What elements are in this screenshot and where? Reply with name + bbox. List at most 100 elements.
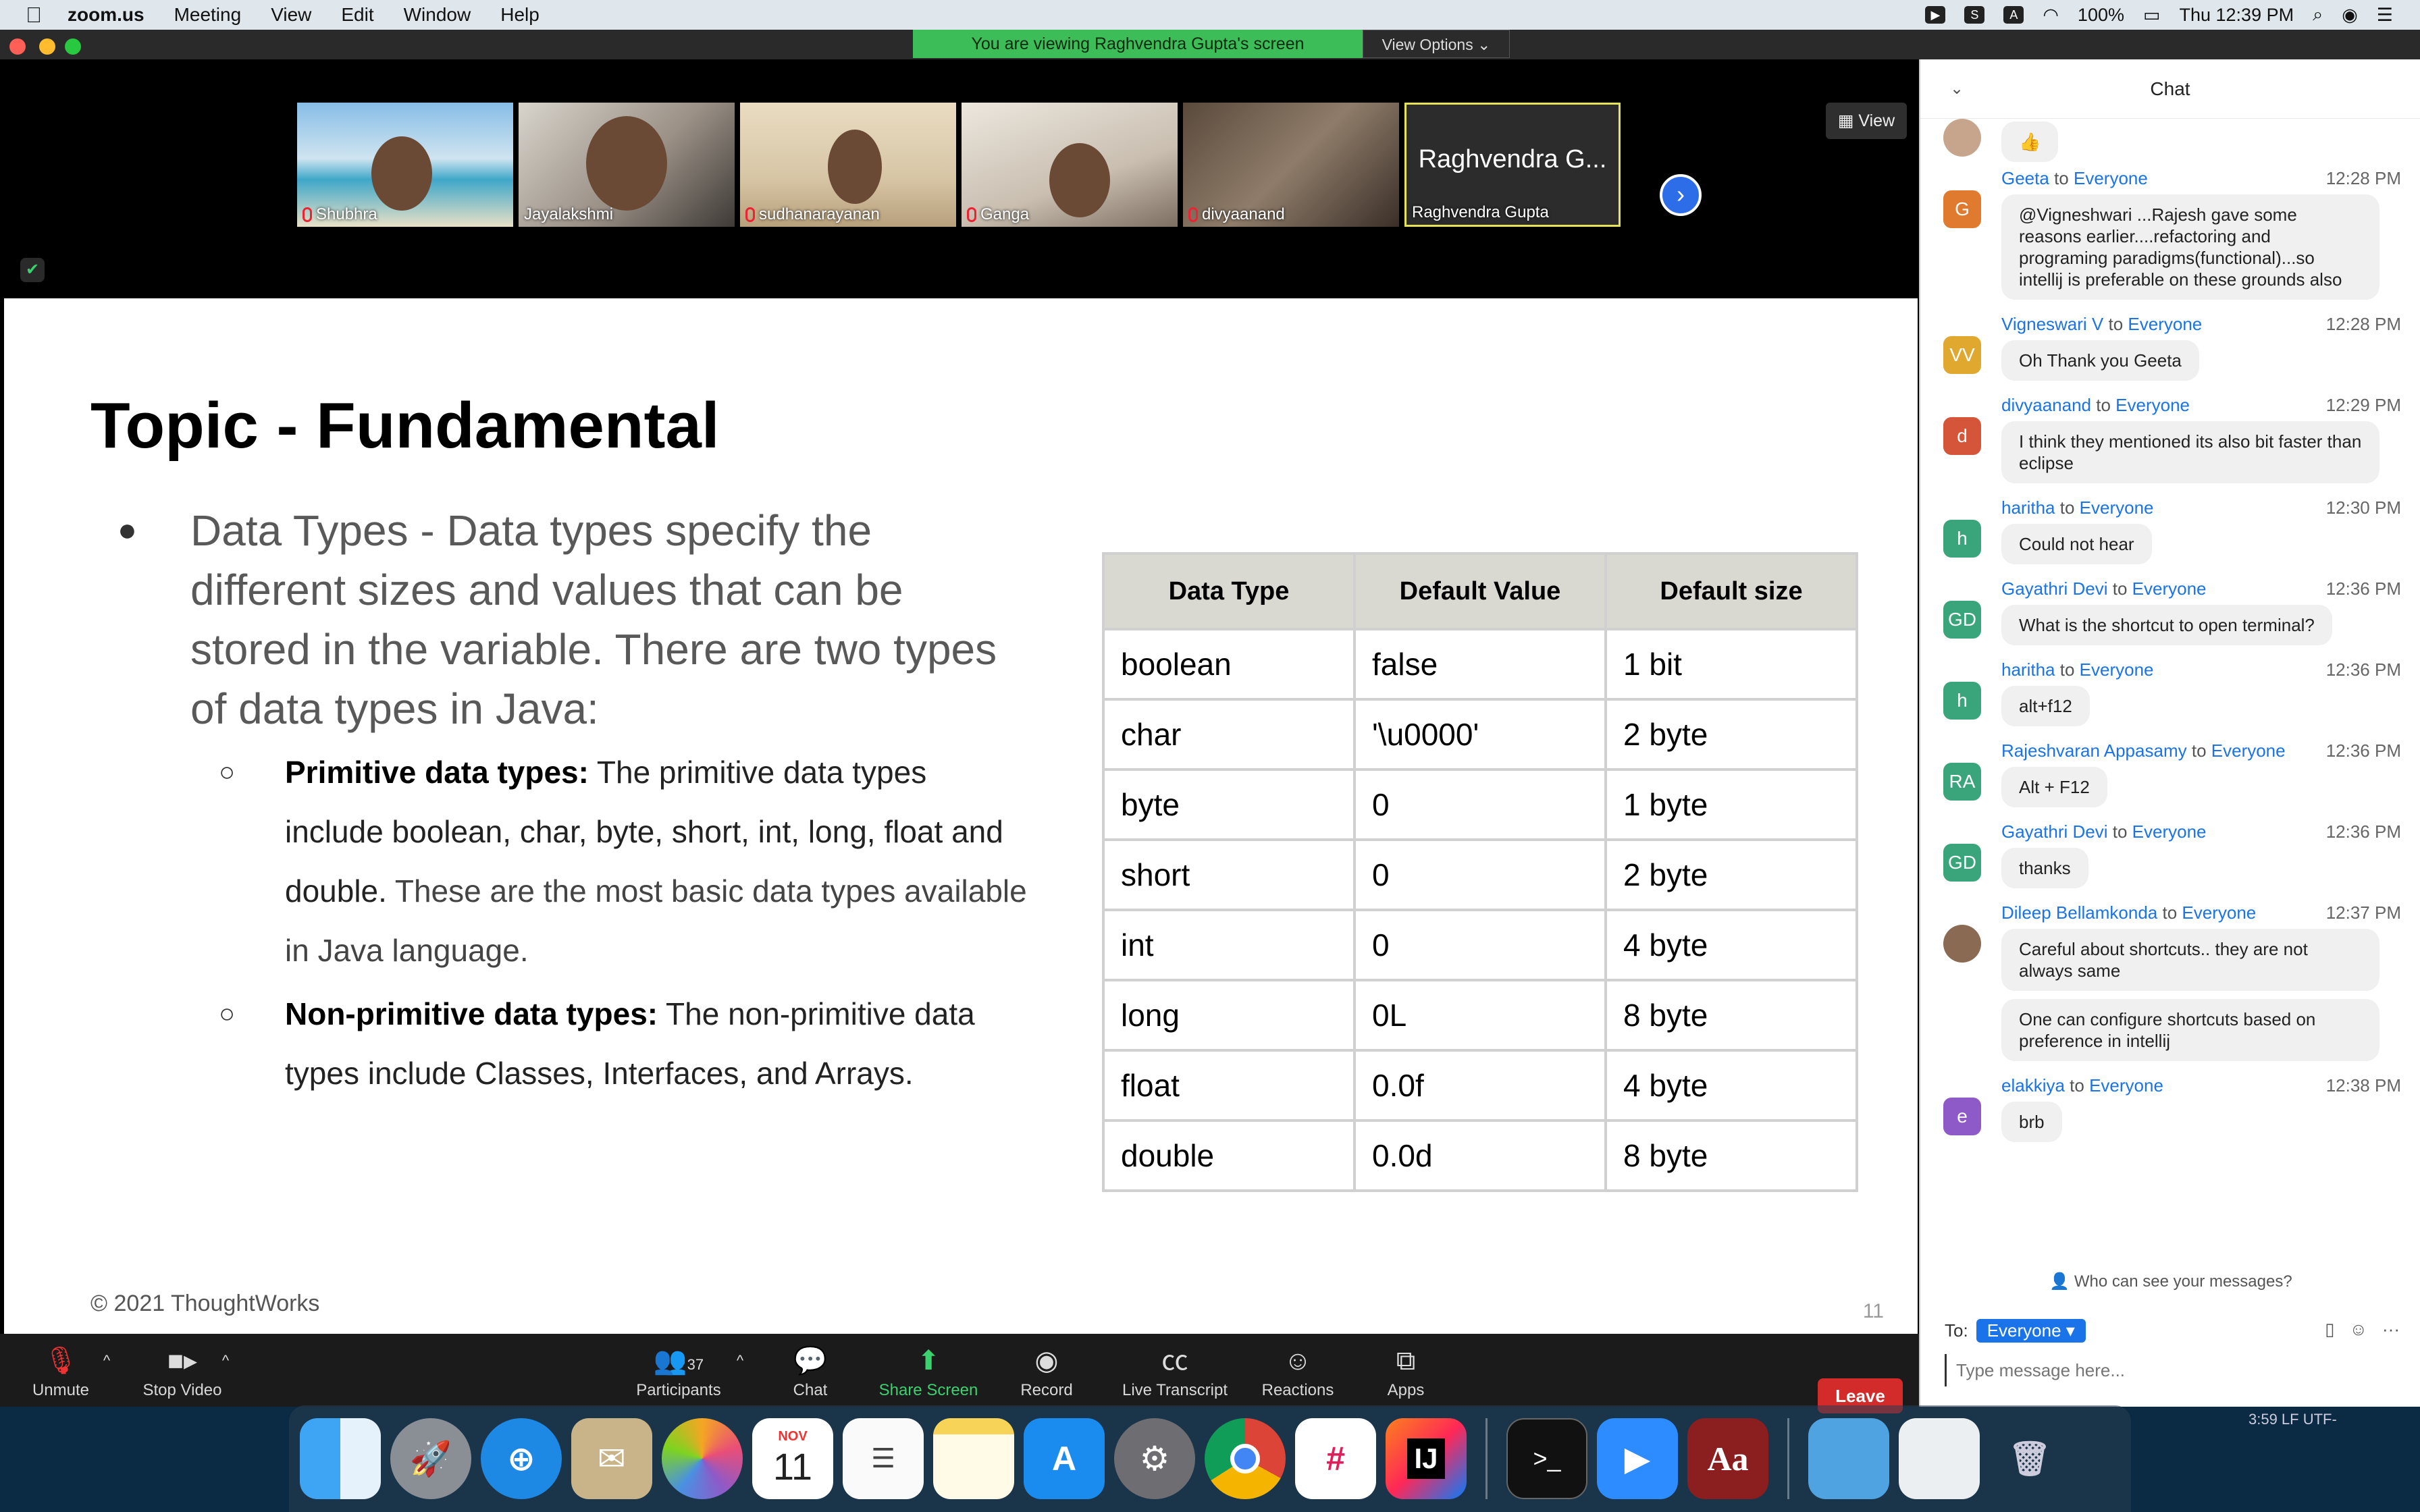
participant-tile[interactable]: Shubhra <box>297 103 513 227</box>
participant-video <box>586 116 667 211</box>
reminders-icon[interactable]: ☰ <box>843 1418 924 1499</box>
active-speaker-tile[interactable]: Raghvendra G... Raghvendra Gupta <box>1404 103 1621 227</box>
file-icon[interactable]: ▯ <box>2325 1319 2334 1340</box>
participant-name: Shubhra <box>316 205 377 223</box>
sender-name[interactable]: elakkiya <box>2001 1075 2065 1096</box>
view-layout-button[interactable]: ▦ View <box>1826 103 1907 139</box>
live-transcript-button[interactable]: ㏄ Live Transcript <box>1114 1343 1236 1400</box>
sender-name[interactable]: haritha <box>2001 659 2055 680</box>
zoom-icon[interactable]: ▶ <box>1597 1418 1678 1499</box>
fullscreen-window-button[interactable] <box>65 38 81 55</box>
calendar-icon[interactable]: NOV 11 <box>752 1418 833 1499</box>
skype-tray-icon[interactable]: S <box>1964 6 1985 24</box>
message-time: 12:37 PM <box>2325 902 2401 923</box>
apple-menu-icon[interactable]:  <box>0 3 68 28</box>
spotlight-search-icon[interactable]: ⌕ <box>2313 4 2323 26</box>
chat-message: d divyaanand to Everyone 12:29 PM I think… <box>1920 392 2420 483</box>
screen-share-banner: You are viewing Raghvendra Gupta's scree… <box>913 30 1363 58</box>
menu-help[interactable]: Help <box>500 4 540 26</box>
table-cell: 2 byte <box>1604 838 1858 911</box>
launchpad-icon[interactable]: 🚀 <box>390 1418 471 1499</box>
menu-app-zoom[interactable]: zoom.us <box>68 4 144 26</box>
message-bubble: Could not hear <box>2001 524 2152 564</box>
photos-icon[interactable] <box>662 1418 743 1499</box>
notes-icon[interactable] <box>933 1418 1014 1499</box>
sub-bullet-heading: Primitive data types: <box>285 755 589 790</box>
next-page-arrow-icon[interactable]: › <box>1660 174 1702 216</box>
participants-options-chevron-icon[interactable]: ^ <box>732 1343 748 1378</box>
sender-name[interactable]: Dileep Bellamkonda <box>2001 902 2157 923</box>
unmute-button[interactable]: 🎙 Unmute <box>27 1343 95 1400</box>
app-store-icon[interactable]: A <box>1024 1418 1105 1499</box>
audio-options-chevron-icon[interactable]: ^ <box>99 1343 115 1378</box>
dictionary-icon[interactable]: Aa <box>1687 1418 1768 1499</box>
minimize-window-button[interactable] <box>39 38 55 55</box>
chat-button[interactable]: 💬 Chat <box>783 1343 837 1400</box>
menu-window[interactable]: Window <box>404 4 471 26</box>
sender-name[interactable]: Rajeshvaran Appasamy <box>2001 740 2187 761</box>
video-options-chevron-icon[interactable]: ^ <box>217 1343 234 1378</box>
menu-edit[interactable]: Edit <box>341 4 373 26</box>
mail-icon[interactable]: ✉ <box>571 1418 652 1499</box>
safari-icon[interactable]: ⊕ <box>481 1418 562 1499</box>
trash-icon[interactable]: 🗑 <box>1989 1418 2070 1499</box>
menu-view[interactable]: View <box>271 4 311 26</box>
sender-name[interactable]: haritha <box>2001 497 2055 518</box>
avatar: GD <box>1943 601 1981 639</box>
battery-icon[interactable]: ▭ <box>2143 5 2161 26</box>
siri-icon[interactable]: ◉ <box>2342 5 2358 26</box>
wifi-icon[interactable]: ◠ <box>2043 5 2059 26</box>
intellij-icon[interactable]: IJ <box>1386 1418 1467 1499</box>
who-can-see-link[interactable]: 👤 Who can see your messages? <box>1920 1272 2420 1291</box>
main-bullet: Data Types - Data types specify the diff… <box>117 501 1029 738</box>
reactions-button[interactable]: ☺ Reactions <box>1257 1343 1338 1400</box>
record-button[interactable]: ◉ Record <box>1013 1343 1080 1400</box>
chat-message-input[interactable] <box>1945 1354 2390 1386</box>
table-cell: 0 <box>1353 909 1607 981</box>
sender-name[interactable]: Gayathri Devi <box>2001 821 2108 842</box>
slack-icon[interactable]: # <box>1295 1418 1376 1499</box>
table-row: double 0.0d 8 byte <box>1102 1119 1858 1192</box>
terminal-icon[interactable]: >_ <box>1506 1418 1587 1499</box>
table-header: Data Type <box>1102 552 1356 630</box>
sender-name[interactable]: Gayathri Devi <box>2001 578 2108 599</box>
recipient-dropdown[interactable]: Everyone ▾ <box>1976 1319 2086 1343</box>
emoji-icon[interactable]: ☺ <box>2349 1319 2367 1340</box>
apps-button[interactable]: ⧉ Apps <box>1372 1343 1440 1400</box>
control-center-icon[interactable]: ☰ <box>2377 5 2393 26</box>
participant-tile[interactable]: sudhanarayanan <box>740 103 956 227</box>
participant-tile[interactable]: Jayalakshmi <box>519 103 735 227</box>
sender-name[interactable]: Vigneswari V <box>2001 314 2103 334</box>
table-cell: 8 byte <box>1604 979 1858 1052</box>
downloads-folder-icon[interactable] <box>1808 1418 1889 1499</box>
table-cell: byte <box>1102 768 1356 841</box>
participants-button[interactable]: 👥37 Participants <box>628 1343 729 1400</box>
clock[interactable]: Thu 12:39 PM <box>2180 5 2294 26</box>
participant-tile[interactable]: divyaanand <box>1183 103 1399 227</box>
collapse-chevron-icon[interactable]: ⌄ <box>1950 59 1964 119</box>
zoom-tray-icon[interactable]: ▶ <box>1925 6 1946 24</box>
sender-name[interactable]: divyaanand <box>2001 395 2091 415</box>
chat-message: G Geeta to Everyone 12:28 PM @Vigneshwari… <box>1920 165 2420 300</box>
chat-message: e elakkiya to Everyone 12:38 PM brb <box>1920 1072 2420 1142</box>
view-options-button[interactable]: View Options ⌄ <box>1363 30 1510 58</box>
record-icon: ◉ <box>1034 1346 1059 1376</box>
close-window-button[interactable] <box>9 38 26 55</box>
menu-meeting[interactable]: Meeting <box>174 4 242 26</box>
message-time: 12:28 PM <box>2325 168 2401 188</box>
avatar: h <box>1943 520 1981 558</box>
participant-video <box>828 130 882 204</box>
encryption-shield-icon[interactable]: ✔ <box>20 258 45 282</box>
finder-icon[interactable] <box>300 1418 381 1499</box>
participant-name: Ganga <box>980 205 1030 223</box>
recent-documents-icon[interactable] <box>1899 1418 1980 1499</box>
stop-video-button[interactable]: ■▸ Stop Video <box>135 1343 230 1400</box>
share-screen-button[interactable]: ⬆ Share Screen <box>871 1343 986 1400</box>
more-options-icon[interactable]: ··· <box>2382 1319 2400 1340</box>
system-preferences-icon[interactable]: ⚙ <box>1114 1418 1195 1499</box>
input-source-icon[interactable]: A <box>2003 6 2024 24</box>
chrome-icon[interactable] <box>1205 1418 1286 1499</box>
sender-name[interactable]: Geeta <box>2001 168 2049 188</box>
participant-tile[interactable]: Ganga <box>962 103 1178 227</box>
chat-message-list[interactable]: 👍 G Geeta to Everyone 12:28 PM @Vigneshwa… <box>1920 119 2420 1260</box>
